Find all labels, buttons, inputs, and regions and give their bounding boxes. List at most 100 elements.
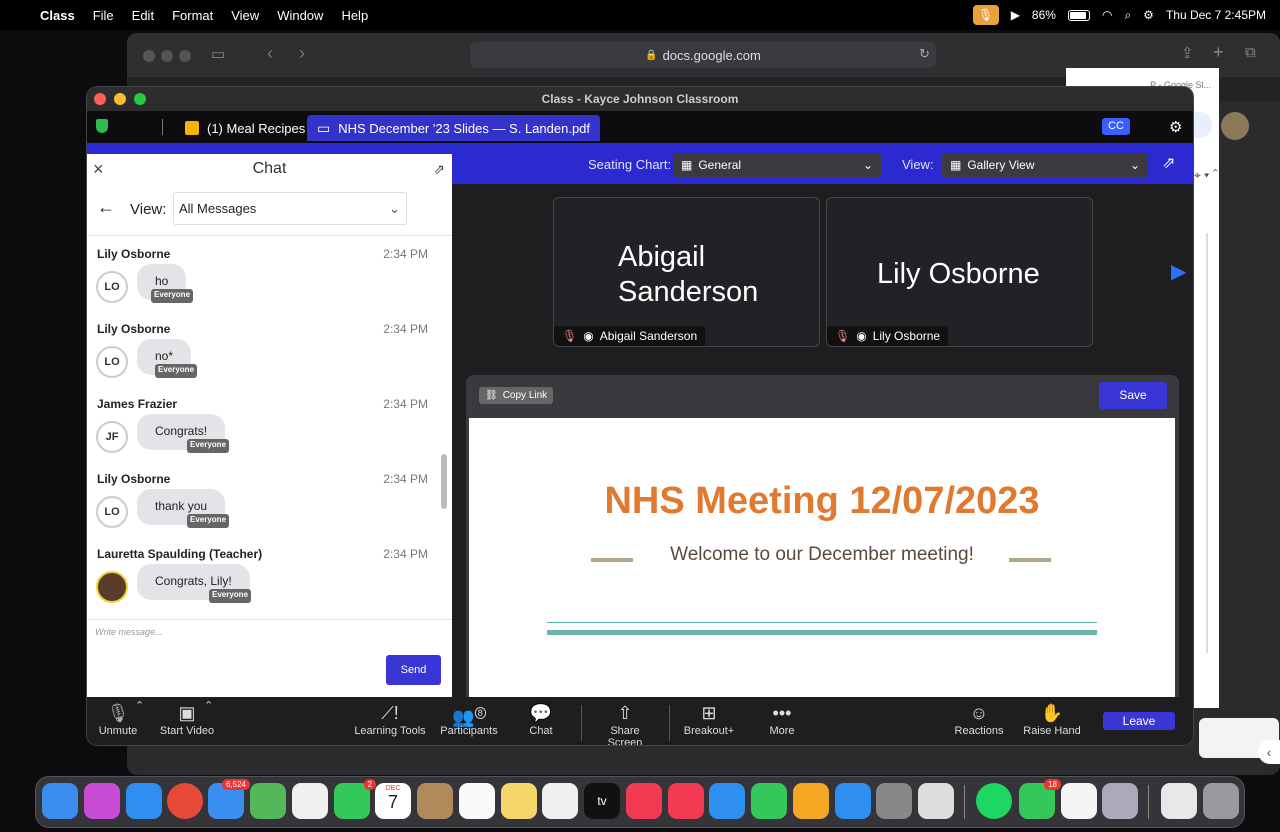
slide-rule-thin bbox=[547, 622, 1097, 623]
message-list[interactable]: Lily Osborne 2:34 PM LO ho Everyone Lily… bbox=[87, 236, 439, 619]
pointer-tool-icon[interactable]: ⌖ ▾ ⌃ bbox=[1194, 168, 1218, 183]
next-page-icon[interactable]: ▶ bbox=[1171, 259, 1186, 284]
finder-icon[interactable] bbox=[42, 783, 78, 819]
menu-app-name[interactable]: Class bbox=[40, 8, 75, 23]
battery-icon[interactable] bbox=[1067, 9, 1090, 21]
avatar[interactable] bbox=[1221, 112, 1249, 140]
maps-icon[interactable] bbox=[250, 783, 286, 819]
calendar-icon[interactable]: DEC 7 bbox=[375, 783, 411, 819]
seating-chart-select[interactable]: ▦ General ⌄ bbox=[673, 153, 881, 177]
reminders-icon[interactable] bbox=[459, 783, 495, 819]
tab-overview-icon[interactable]: ⧉ bbox=[1245, 44, 1256, 61]
chrome-icon[interactable] bbox=[167, 783, 203, 819]
video-tile[interactable]: Abigail Sanderson 🎙 ◉ Abigail Sanderson bbox=[553, 197, 820, 347]
menu-format[interactable]: Format bbox=[172, 8, 213, 23]
message-filter-select[interactable]: All Messages ⌄ bbox=[173, 192, 407, 225]
view-select[interactable]: ▦ Gallery View ⌄ bbox=[942, 153, 1148, 177]
scrollbar[interactable] bbox=[441, 454, 447, 509]
pop-out-icon[interactable]: ⇗ bbox=[1162, 153, 1175, 173]
chevron-up-icon[interactable]: ⌃ bbox=[204, 699, 213, 712]
launchpad-icon[interactable] bbox=[84, 783, 120, 819]
play-status-icon[interactable]: ▶ bbox=[1011, 8, 1020, 22]
preview-icon[interactable] bbox=[1102, 783, 1138, 819]
message-filter-value: All Messages bbox=[179, 201, 257, 216]
minimize-window-button[interactable] bbox=[114, 93, 126, 105]
wifi-icon[interactable]: ◠ bbox=[1102, 8, 1112, 22]
facetime-icon[interactable]: 2 bbox=[334, 779, 376, 819]
menu-help[interactable]: Help bbox=[341, 8, 368, 23]
reload-icon[interactable]: ↻ bbox=[919, 46, 930, 62]
microphone-muted-icon: 🎙 bbox=[106, 703, 130, 723]
settings-gear-icon[interactable]: ⚙ bbox=[1169, 118, 1182, 136]
video-tile[interactable]: Lily Osborne 🎙 ◉ Lily Osborne bbox=[826, 197, 1093, 347]
photos-icon[interactable] bbox=[292, 783, 328, 819]
tab-meal-recipes[interactable]: (1) Meal Recipes bbox=[175, 115, 315, 141]
tab-nhs-slides[interactable]: ▭ NHS December '23 Slides — S. Landen.pd… bbox=[307, 115, 601, 141]
side-panel-toggle-icon[interactable]: ‹ bbox=[1258, 740, 1280, 764]
save-button[interactable]: Save bbox=[1099, 382, 1167, 409]
contacts-icon[interactable] bbox=[417, 783, 453, 819]
zoom-window-button[interactable] bbox=[134, 93, 146, 105]
freeform-icon[interactable] bbox=[542, 783, 578, 819]
calendar-month: DEC bbox=[385, 785, 401, 792]
documents-folder-icon[interactable] bbox=[1161, 783, 1197, 819]
menu-file[interactable]: File bbox=[93, 8, 114, 23]
share-screen-button[interactable]: ⇧ Share Screen bbox=[592, 701, 658, 745]
chat-button[interactable]: 💬 Chat bbox=[527, 701, 555, 737]
new-tab-icon[interactable]: + bbox=[1213, 42, 1224, 63]
menu-edit[interactable]: Edit bbox=[132, 8, 154, 23]
leave-button[interactable]: Leave bbox=[1103, 712, 1175, 730]
spotlight-search-icon[interactable]: ⌕ bbox=[1124, 8, 1131, 23]
raise-hand-label: Raise Hand bbox=[1023, 725, 1081, 737]
microphone-status-icon[interactable]: 🎙 bbox=[972, 5, 999, 25]
audience-badge: Everyone bbox=[187, 439, 230, 453]
trash-icon[interactable] bbox=[1203, 783, 1239, 819]
music-icon[interactable] bbox=[626, 783, 662, 819]
class-app-icon[interactable] bbox=[1061, 783, 1097, 819]
back-icon[interactable]: ‹ bbox=[267, 43, 273, 64]
roblox-icon[interactable] bbox=[918, 783, 954, 819]
back-arrow-icon[interactable]: ← bbox=[97, 197, 115, 218]
chevron-up-icon[interactable]: ⌃ bbox=[135, 699, 144, 712]
apple-tv-icon[interactable]: tv bbox=[584, 783, 620, 819]
shield-icon[interactable] bbox=[96, 119, 108, 133]
message-time: 2:34 PM bbox=[383, 397, 428, 411]
share-icon[interactable]: ⇪ bbox=[1181, 44, 1194, 62]
menu-view[interactable]: View bbox=[231, 8, 259, 23]
send-button[interactable]: Send bbox=[386, 655, 441, 685]
window-title-text: Class - Kayce Johnson Classroom bbox=[541, 92, 739, 106]
close-window-button[interactable] bbox=[94, 93, 106, 105]
messages-icon[interactable]: 18 bbox=[1019, 779, 1061, 819]
pages-icon[interactable] bbox=[793, 783, 829, 819]
keynote-icon[interactable] bbox=[709, 783, 745, 819]
close-icon[interactable]: × bbox=[93, 154, 104, 184]
shared-screen-panel: ⛓ Copy Link Save NHS Meeting 12/07/2023 … bbox=[466, 375, 1179, 745]
mail-icon[interactable]: 6,524 bbox=[208, 779, 250, 819]
control-center-icon[interactable]: ⚙ bbox=[1143, 8, 1154, 22]
reactions-button[interactable]: ☺ Reactions bbox=[953, 701, 1005, 737]
microphone-muted-icon: 🎙 bbox=[835, 329, 851, 343]
learning-tools-button[interactable]: ⟋! Learning Tools bbox=[352, 701, 428, 737]
more-button[interactable]: ••• More bbox=[767, 701, 797, 737]
breakout-button[interactable]: ⊞ Breakout+ bbox=[683, 701, 735, 737]
system-settings-icon[interactable] bbox=[876, 783, 912, 819]
menu-window[interactable]: Window bbox=[277, 8, 323, 23]
notes-icon[interactable] bbox=[501, 783, 537, 819]
dock-divider bbox=[964, 785, 965, 819]
app-store-icon[interactable] bbox=[835, 783, 871, 819]
sidebar-toggle-icon[interactable]: ▭ bbox=[211, 45, 225, 63]
news-icon[interactable] bbox=[668, 783, 704, 819]
numbers-icon[interactable] bbox=[751, 783, 787, 819]
forward-icon[interactable]: › bbox=[299, 43, 305, 64]
clock[interactable]: Thu Dec 7 2:45PM bbox=[1166, 8, 1266, 22]
safari-icon[interactable] bbox=[126, 783, 162, 819]
spotify-icon[interactable] bbox=[976, 783, 1012, 819]
unmute-button[interactable]: 🎙 Unmute bbox=[97, 701, 139, 737]
copy-link-button[interactable]: ⛓ Copy Link bbox=[479, 387, 554, 404]
message-input[interactable]: Write message... bbox=[95, 627, 163, 637]
pop-out-icon[interactable]: ⇗ bbox=[433, 154, 445, 184]
participants-button[interactable]: 👥 8 Participants bbox=[438, 701, 500, 737]
closed-captions-button[interactable]: CC bbox=[1102, 118, 1130, 135]
raise-hand-button[interactable]: ✋ Raise Hand bbox=[1023, 701, 1081, 737]
address-bar[interactable]: 🔒 docs.google.com bbox=[470, 42, 936, 68]
